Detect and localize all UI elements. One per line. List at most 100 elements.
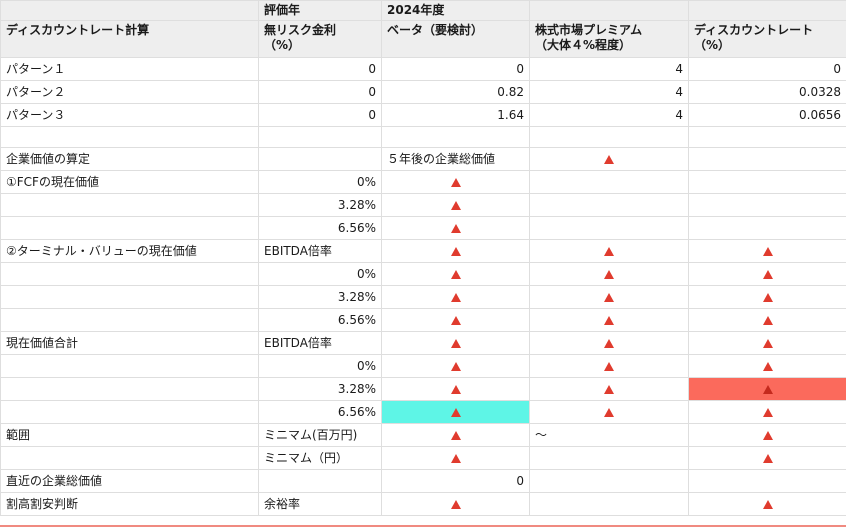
error-cell[interactable] bbox=[529, 262, 689, 286]
header-premium[interactable]: 株式市場プレミアム （大体４%程度） bbox=[529, 20, 689, 58]
cell[interactable] bbox=[258, 126, 382, 148]
error-cell[interactable] bbox=[688, 262, 846, 286]
cell[interactable] bbox=[529, 170, 689, 194]
min-yen-label[interactable]: ミニマム（円） bbox=[258, 446, 382, 470]
ebitda-label[interactable]: EBITDA倍率 bbox=[258, 239, 382, 263]
min-million-label[interactable]: ミニマム(百万円) bbox=[258, 423, 382, 447]
error-cell[interactable] bbox=[688, 331, 846, 355]
riskfree-value[interactable]: 0 bbox=[258, 103, 382, 127]
header-discount[interactable]: ディスカウントレート （%） bbox=[688, 20, 846, 58]
error-cell[interactable] bbox=[381, 216, 530, 240]
error-cell[interactable] bbox=[688, 446, 846, 470]
recent-label[interactable]: 直近の企業総価値 bbox=[0, 469, 259, 493]
cell[interactable] bbox=[688, 469, 846, 493]
cell[interactable] bbox=[529, 492, 689, 516]
valuation-title[interactable]: 企業価値の算定 bbox=[0, 147, 259, 171]
margin-label[interactable]: 余裕率 bbox=[258, 492, 382, 516]
error-cell[interactable] bbox=[381, 354, 530, 378]
cell[interactable] bbox=[0, 216, 259, 240]
cell[interactable] bbox=[529, 216, 689, 240]
cell[interactable] bbox=[258, 147, 382, 171]
error-cell[interactable] bbox=[688, 285, 846, 309]
cell[interactable] bbox=[0, 126, 259, 148]
error-cell[interactable] bbox=[688, 239, 846, 263]
rate-value[interactable]: 0% bbox=[258, 262, 382, 286]
judge-label[interactable]: 割高割安判断 bbox=[0, 492, 259, 516]
beta-value[interactable]: 0.82 bbox=[381, 80, 530, 104]
pattern-label[interactable]: パターン１ bbox=[0, 57, 259, 81]
cell[interactable] bbox=[529, 469, 689, 493]
rate-value[interactable]: 6.56% bbox=[258, 308, 382, 332]
error-cell[interactable] bbox=[529, 239, 689, 263]
error-cell[interactable] bbox=[381, 492, 530, 516]
error-cell[interactable] bbox=[529, 377, 689, 401]
beta-value[interactable]: 1.64 bbox=[381, 103, 530, 127]
error-cell[interactable] bbox=[529, 354, 689, 378]
cell[interactable] bbox=[258, 469, 382, 493]
cell[interactable] bbox=[688, 216, 846, 240]
error-cell[interactable] bbox=[529, 308, 689, 332]
error-cell[interactable] bbox=[529, 285, 689, 309]
error-cell[interactable] bbox=[381, 446, 530, 470]
cell[interactable] bbox=[381, 126, 530, 148]
error-cell[interactable] bbox=[381, 377, 530, 401]
error-cell[interactable] bbox=[381, 285, 530, 309]
cell[interactable] bbox=[0, 354, 259, 378]
error-cell[interactable] bbox=[381, 239, 530, 263]
discount-value[interactable]: 0.0328 bbox=[688, 80, 846, 104]
riskfree-value[interactable]: 0 bbox=[258, 80, 382, 104]
rate-value[interactable]: 6.56% bbox=[258, 216, 382, 240]
header-riskfree[interactable]: 無リスク金利 （%） bbox=[258, 20, 382, 58]
year-label[interactable]: 評価年 bbox=[258, 0, 382, 21]
cell[interactable] bbox=[688, 126, 846, 148]
error-cell[interactable] bbox=[688, 492, 846, 516]
error-cell[interactable] bbox=[529, 400, 689, 424]
cell[interactable] bbox=[0, 377, 259, 401]
error-cell-highlighted[interactable] bbox=[688, 377, 846, 401]
rate-value[interactable]: 0% bbox=[258, 354, 382, 378]
cell[interactable] bbox=[529, 193, 689, 217]
year-value[interactable]: 2024年度 bbox=[381, 0, 530, 21]
cell[interactable] bbox=[0, 0, 259, 21]
riskfree-value[interactable]: 0 bbox=[258, 57, 382, 81]
fcf-label[interactable]: ①FCFの現在価値 bbox=[0, 170, 259, 194]
error-cell[interactable] bbox=[381, 331, 530, 355]
cell[interactable] bbox=[688, 147, 846, 171]
tilde-cell[interactable]: ～ bbox=[529, 423, 689, 447]
rate-value[interactable]: 0% bbox=[258, 170, 382, 194]
error-cell[interactable] bbox=[688, 308, 846, 332]
cell[interactable] bbox=[0, 308, 259, 332]
error-cell[interactable] bbox=[688, 400, 846, 424]
error-cell[interactable] bbox=[529, 147, 689, 171]
cell[interactable] bbox=[0, 400, 259, 424]
error-cell[interactable] bbox=[381, 308, 530, 332]
terminal-label[interactable]: ②ターミナル・バリューの現在価値 bbox=[0, 239, 259, 263]
rate-value[interactable]: 6.56% bbox=[258, 400, 382, 424]
range-label[interactable]: 範囲 bbox=[0, 423, 259, 447]
total-label[interactable]: 現在価値合計 bbox=[0, 331, 259, 355]
rate-value[interactable]: 3.28% bbox=[258, 193, 382, 217]
cell[interactable] bbox=[0, 193, 259, 217]
error-cell[interactable] bbox=[381, 423, 530, 447]
cell[interactable] bbox=[529, 446, 689, 470]
error-cell[interactable] bbox=[688, 423, 846, 447]
premium-value[interactable]: 4 bbox=[529, 57, 689, 81]
five-year-label[interactable]: ５年後の企業総価値 bbox=[381, 147, 530, 171]
sheet-title[interactable]: ディスカウントレート計算 bbox=[0, 20, 259, 58]
pattern-label[interactable]: パターン２ bbox=[0, 80, 259, 104]
premium-value[interactable]: 4 bbox=[529, 103, 689, 127]
cell[interactable] bbox=[0, 262, 259, 286]
discount-value[interactable]: 0.0656 bbox=[688, 103, 846, 127]
cell[interactable] bbox=[529, 0, 689, 21]
error-cell[interactable] bbox=[381, 193, 530, 217]
cell[interactable] bbox=[0, 285, 259, 309]
cell[interactable] bbox=[688, 170, 846, 194]
discount-value[interactable]: 0 bbox=[688, 57, 846, 81]
cell[interactable] bbox=[529, 126, 689, 148]
beta-value[interactable]: 0 bbox=[381, 57, 530, 81]
error-cell[interactable] bbox=[529, 331, 689, 355]
pattern-label[interactable]: パターン３ bbox=[0, 103, 259, 127]
error-cell[interactable] bbox=[688, 354, 846, 378]
cell[interactable] bbox=[688, 193, 846, 217]
header-beta[interactable]: ベータ（要検討） bbox=[381, 20, 530, 58]
